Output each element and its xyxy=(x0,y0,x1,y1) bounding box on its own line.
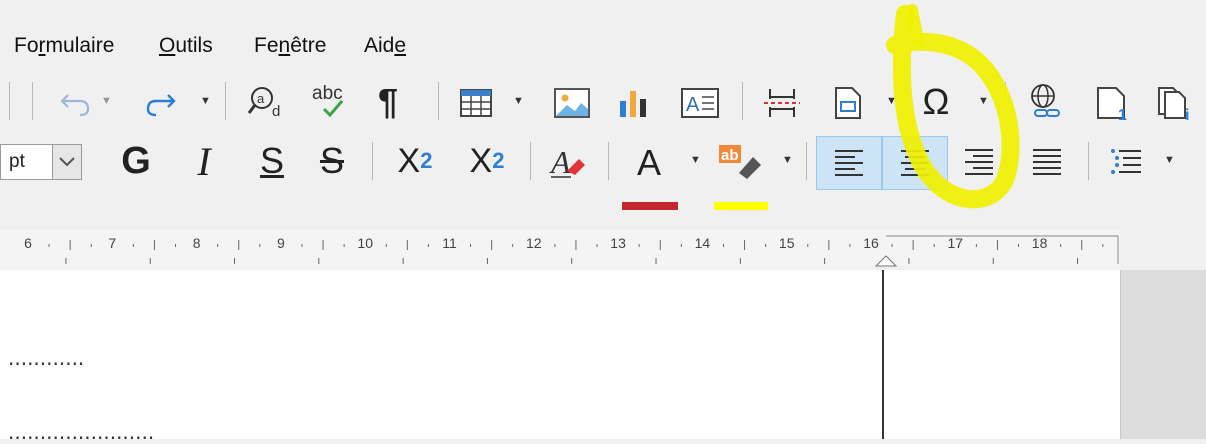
yellow-annotation-scribble xyxy=(886,4,1020,209)
